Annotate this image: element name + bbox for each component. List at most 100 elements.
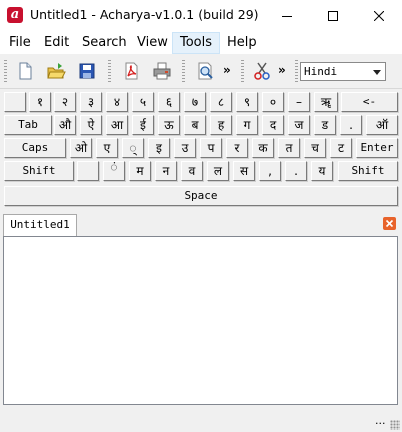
tab-label: Untitled1: [10, 218, 70, 231]
key-sa[interactable]: स: [233, 161, 255, 181]
toolbar-grip[interactable]: [108, 60, 111, 82]
language-select[interactable]: Hindi: [300, 62, 386, 81]
menu-file[interactable]: File: [2, 32, 38, 54]
menu-help[interactable]: Help: [220, 32, 264, 54]
key-digit-9[interactable]: ९: [236, 92, 258, 112]
key-digit-4[interactable]: ४: [106, 92, 128, 112]
key-i[interactable]: इ: [148, 138, 170, 158]
key-digit-2[interactable]: २: [54, 92, 76, 112]
virtual-keyboard: १ २ ३ ४ ५ ६ ७ ८ ९ ० – ॠ <- Tab औ ऐ आ ई ऊ…: [2, 89, 400, 210]
key-dash[interactable]: –: [288, 92, 310, 112]
key-uu[interactable]: ऊ: [158, 115, 180, 135]
minimize-button[interactable]: [264, 0, 310, 32]
tab-untitled1[interactable]: Untitled1: [3, 214, 77, 236]
key-ga[interactable]: ग: [236, 115, 258, 135]
key-aw[interactable]: ऑ: [366, 115, 398, 135]
key-ra[interactable]: र: [226, 138, 248, 158]
print-button[interactable]: [151, 60, 173, 82]
key-blank[interactable]: [77, 161, 99, 181]
close-tab-button[interactable]: [383, 217, 396, 230]
status-bar: ...: [0, 412, 402, 432]
key-dda[interactable]: ड: [314, 115, 336, 135]
key-ai[interactable]: ऐ: [80, 115, 102, 135]
new-file-icon: [19, 62, 32, 80]
close-window-button[interactable]: [356, 0, 402, 32]
key-o[interactable]: ओ: [70, 138, 92, 158]
key-tta[interactable]: ट: [330, 138, 352, 158]
resize-grip[interactable]: [390, 420, 400, 430]
key-digit-5[interactable]: ५: [132, 92, 154, 112]
window-title: Untitled1 - Acharya-v1.0.1 (build 29): [30, 7, 259, 22]
key-e[interactable]: ए: [96, 138, 118, 158]
new-file-button[interactable]: [14, 60, 36, 82]
key-au[interactable]: औ: [54, 115, 76, 135]
key-blank[interactable]: [4, 92, 26, 112]
cut-button[interactable]: [251, 60, 273, 82]
key-digit-6[interactable]: ६: [158, 92, 180, 112]
key-la[interactable]: ल: [207, 161, 229, 181]
key-da[interactable]: द: [262, 115, 284, 135]
key-enter[interactable]: Enter: [356, 138, 398, 158]
toolbar-overflow-icon[interactable]: »: [223, 63, 231, 77]
status-text: ...: [375, 414, 386, 427]
key-ja[interactable]: ज: [288, 115, 310, 135]
key-virama[interactable]: ्: [122, 138, 144, 158]
key-caps[interactable]: Caps: [4, 138, 66, 158]
menu-tools[interactable]: Tools: [172, 32, 221, 54]
key-va[interactable]: व: [181, 161, 203, 181]
key-digit-7[interactable]: ७: [184, 92, 206, 112]
key-backspace[interactable]: <-: [341, 92, 398, 112]
key-comma[interactable]: ,: [259, 161, 281, 181]
close-icon: [374, 11, 384, 21]
key-rri[interactable]: ॠ: [314, 92, 338, 112]
save-button[interactable]: [76, 60, 98, 82]
key-tab[interactable]: Tab: [4, 115, 52, 135]
key-digit-0[interactable]: ०: [262, 92, 284, 112]
text-editor[interactable]: [3, 236, 398, 405]
toolbar-grip[interactable]: [241, 60, 244, 82]
key-ma[interactable]: म: [129, 161, 151, 181]
toolbar-overflow-icon[interactable]: »: [278, 63, 286, 77]
key-ta[interactable]: त: [278, 138, 300, 158]
key-period[interactable]: .: [340, 115, 362, 135]
key-pa[interactable]: प: [200, 138, 222, 158]
export-pdf-button[interactable]: [120, 60, 142, 82]
key-anusvara[interactable]: ं: [103, 161, 125, 181]
key-ka[interactable]: क: [252, 138, 274, 158]
key-digit-8[interactable]: ८: [210, 92, 232, 112]
toolbar-grip[interactable]: [295, 60, 298, 82]
open-folder-icon: [47, 63, 66, 79]
key-dot[interactable]: .: [285, 161, 307, 181]
key-ba[interactable]: ब: [184, 115, 206, 135]
key-na[interactable]: न: [155, 161, 177, 181]
menu-view[interactable]: View: [130, 32, 175, 54]
close-icon: [385, 219, 394, 228]
print-icon: [153, 62, 171, 80]
key-ii[interactable]: ई: [132, 115, 154, 135]
key-digit-3[interactable]: ३: [80, 92, 102, 112]
cut-icon: [254, 62, 270, 80]
menu-search[interactable]: Search: [75, 32, 134, 54]
key-u[interactable]: उ: [174, 138, 196, 158]
key-aa[interactable]: आ: [106, 115, 128, 135]
menu-edit[interactable]: Edit: [37, 32, 76, 54]
minimize-icon: [282, 16, 292, 17]
key-space[interactable]: Space: [4, 186, 398, 206]
menu-bar: File Edit Search View Tools Help: [0, 32, 402, 54]
key-ha[interactable]: ह: [210, 115, 232, 135]
toolbar-grip[interactable]: [4, 60, 7, 82]
zoom-icon: [198, 62, 213, 80]
open-file-button[interactable]: [45, 60, 67, 82]
chevron-down-icon: [373, 70, 381, 75]
pdf-icon: [125, 62, 138, 80]
toolbar-grip[interactable]: [182, 60, 185, 82]
key-ya[interactable]: य: [311, 161, 333, 181]
key-digit-1[interactable]: १: [29, 92, 51, 112]
zoom-button[interactable]: [194, 60, 216, 82]
maximize-icon: [328, 11, 338, 21]
maximize-button[interactable]: [310, 0, 356, 32]
key-shift-right[interactable]: Shift: [338, 161, 398, 181]
key-shift-left[interactable]: Shift: [4, 161, 74, 181]
key-ca[interactable]: च: [304, 138, 326, 158]
save-icon: [79, 63, 95, 79]
